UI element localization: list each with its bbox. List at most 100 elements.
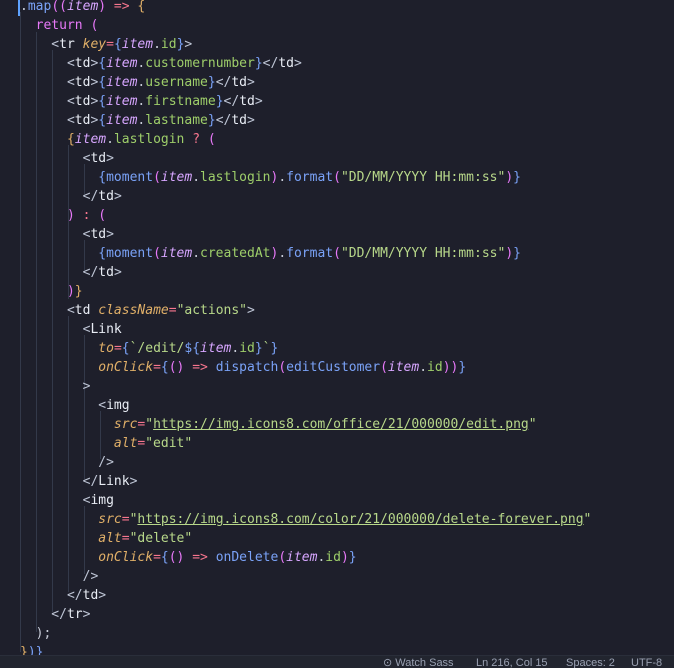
- code-line[interactable]: {moment(item.createdAt).format("DD/MM/YY…: [20, 244, 521, 263]
- code-line[interactable]: <td>{item.lastname}</td>: [20, 111, 255, 130]
- code-token: img: [90, 493, 114, 508]
- code-line[interactable]: </td>: [20, 263, 122, 282]
- code-line[interactable]: ) : (: [20, 206, 106, 225]
- code-token: img: [106, 398, 130, 413]
- code-line[interactable]: <td>{item.customernumber}</td>: [20, 54, 302, 73]
- code-line[interactable]: return (: [20, 16, 99, 35]
- code-token: }: [254, 341, 263, 356]
- code-token: td: [74, 94, 91, 109]
- code-token: .: [278, 170, 287, 185]
- code-token: =>: [184, 550, 216, 565]
- code-token: =>: [184, 360, 216, 375]
- code-line[interactable]: <tr key={item.id}>: [20, 35, 192, 54]
- code-token: onClick: [98, 360, 154, 375]
- code-line[interactable]: alt="edit": [20, 434, 192, 453]
- code-token: ": [528, 417, 537, 432]
- code-token: )): [442, 360, 459, 375]
- code-line[interactable]: <Link: [20, 320, 122, 339]
- code-token: }: [207, 75, 216, 90]
- code-token: </: [20, 189, 99, 204]
- code-line[interactable]: })}: [20, 643, 43, 655]
- code-token: src: [98, 512, 122, 527]
- code-token: {: [98, 75, 107, 90]
- code-token: format: [286, 170, 334, 185]
- code-token: td: [98, 265, 114, 280]
- code-line[interactable]: <img: [20, 491, 114, 510]
- file-encoding[interactable]: UTF-8: [631, 656, 662, 668]
- code-line[interactable]: />: [20, 453, 114, 472]
- code-token: alt: [113, 436, 138, 451]
- code-token: <: [20, 398, 107, 413]
- code-token: (: [380, 360, 388, 375]
- code-token: =: [168, 303, 177, 318]
- code-token: }: [215, 94, 224, 109]
- code-line[interactable]: <td className="actions">: [20, 301, 255, 320]
- code-token: =: [113, 341, 122, 356]
- code-line[interactable]: />: [20, 567, 99, 586]
- code-line[interactable]: {item.lastlogin ? (: [20, 130, 216, 149]
- code-token: <: [20, 303, 75, 318]
- code-line[interactable]: >: [20, 377, 91, 396]
- code-token: </: [20, 474, 99, 489]
- code-token: tr: [66, 607, 83, 622]
- code-line[interactable]: );: [20, 624, 52, 643]
- code-token: =: [121, 512, 130, 527]
- code-token: td: [231, 113, 248, 128]
- code-line[interactable]: .map((item) => {: [20, 0, 145, 16]
- code-token: ((: [51, 0, 67, 14]
- code-token: {: [121, 341, 130, 356]
- watch-sass-label: Watch Sass: [395, 657, 454, 668]
- code-line[interactable]: <td>: [20, 225, 114, 244]
- code-token: {: [20, 246, 107, 261]
- code-line[interactable]: </Link>: [20, 472, 138, 491]
- code-line[interactable]: onClick={() => dispatch(editCustomer(ite…: [20, 358, 466, 377]
- code-line[interactable]: <td>{item.firstname}</td>: [20, 92, 263, 111]
- code-token: item: [160, 246, 193, 261]
- code-line[interactable]: </tr>: [20, 605, 90, 624]
- cursor-position[interactable]: Ln 216, Col 15: [476, 656, 548, 668]
- code-token: Link: [98, 474, 130, 489]
- code-line[interactable]: src="https://img.icons8.com/office/21/00…: [20, 415, 537, 434]
- code-token: {: [98, 94, 107, 109]
- code-line[interactable]: {moment(item.lastlogin).format("DD/MM/YY…: [20, 168, 521, 187]
- code-token: map: [27, 0, 52, 14]
- code-token: }: [270, 341, 279, 356]
- code-token: ): [66, 284, 75, 299]
- code-token: </: [215, 113, 232, 128]
- code-line[interactable]: <td>{item.username}</td>: [20, 73, 255, 92]
- code-line[interactable]: </td>: [20, 586, 106, 605]
- code-token: item: [106, 94, 138, 109]
- code-line[interactable]: <img: [20, 396, 130, 415]
- code-line[interactable]: )}: [20, 282, 83, 301]
- code-token: id: [239, 341, 255, 356]
- code-token: >: [20, 379, 91, 394]
- code-token: customernumber: [145, 56, 255, 71]
- code-token: id: [325, 550, 341, 565]
- indentation-spaces[interactable]: Spaces: 2: [566, 656, 615, 668]
- watch-sass-button[interactable]: ⊙ Watch Sass: [383, 656, 454, 668]
- text-cursor: [18, 0, 20, 16]
- code-line[interactable]: alt="delete": [20, 529, 192, 548]
- code-line[interactable]: src= "https://img.icons8.com/color/21/000…: [20, 510, 591, 529]
- code-editor[interactable]: .map((item) => { return ( <tr key={item.…: [0, 0, 674, 655]
- code-token: =>: [106, 0, 138, 14]
- code-token: (): [168, 550, 185, 565]
- code-token: firstname: [145, 94, 216, 109]
- code-line[interactable]: </td>: [20, 187, 122, 206]
- code-token: )}: [27, 645, 44, 655]
- code-token: >: [113, 189, 122, 204]
- code-line[interactable]: to={`/edit/${item.id}`}: [20, 339, 278, 358]
- code-token: "delete": [129, 531, 193, 546]
- code-line[interactable]: onClick={() => onDelete(item.id)}: [20, 548, 356, 567]
- code-line[interactable]: <td>: [20, 149, 114, 168]
- code-token: to: [98, 341, 114, 356]
- code-token: onClick: [98, 550, 154, 565]
- status-bar: ⊙ Watch Sass Ln 216, Col 15 Spaces: 2 UT…: [0, 655, 674, 668]
- code-token: td: [74, 113, 91, 128]
- code-token: <: [20, 227, 91, 242]
- code-token: <: [20, 94, 75, 109]
- code-token: </: [215, 75, 232, 90]
